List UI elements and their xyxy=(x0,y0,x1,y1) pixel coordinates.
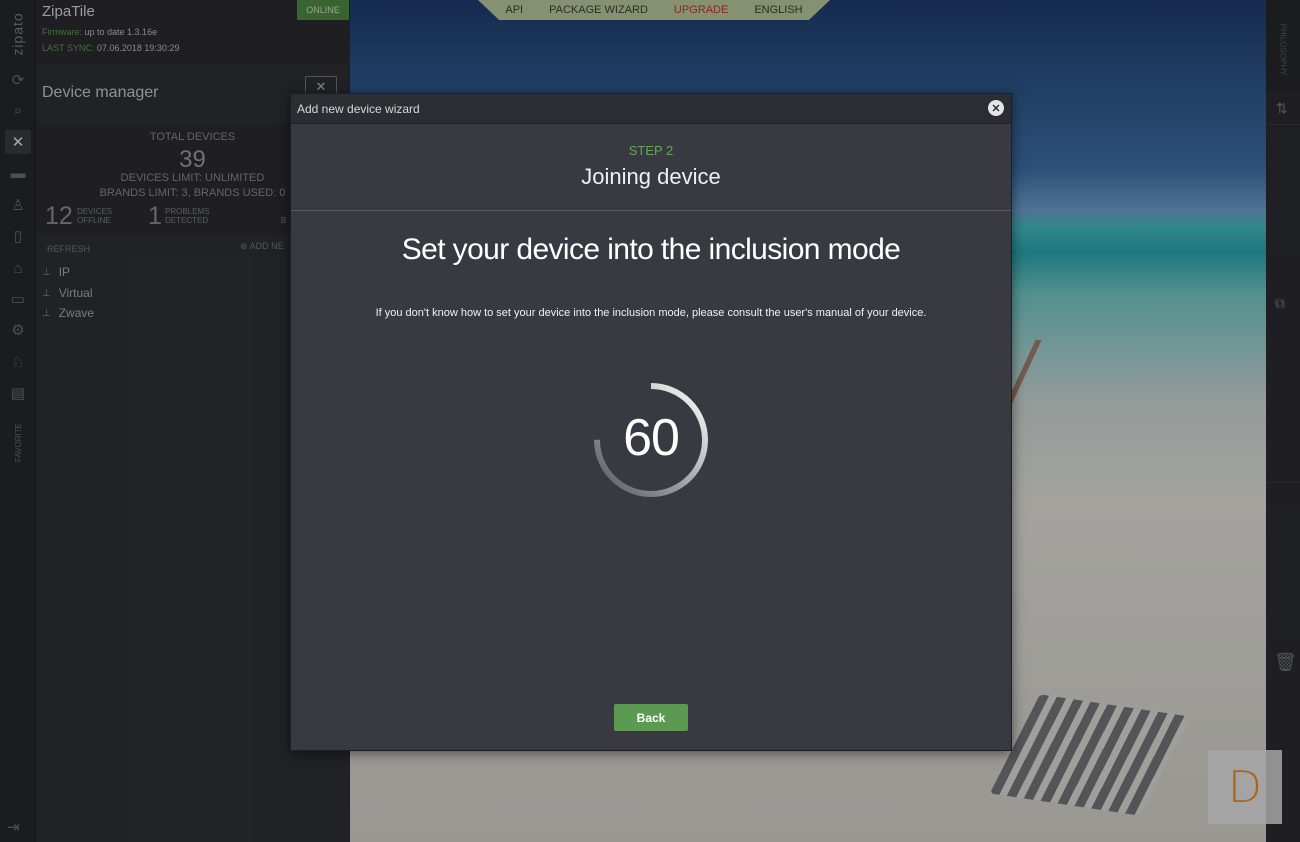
step-title: Joining device xyxy=(581,164,721,189)
countdown-number: 60 xyxy=(623,409,680,467)
close-icon[interactable]: ✕ xyxy=(988,100,1004,116)
divider xyxy=(291,210,1011,211)
add-device-wizard-dialog: Add new device wizard ✕ STEP 2 Joining d… xyxy=(290,93,1012,751)
dialog-title: Add new device wizard xyxy=(297,102,420,116)
countdown-timer: 60 xyxy=(593,382,709,498)
inclusion-headline: Set your device into the inclusion mode xyxy=(401,233,901,266)
inclusion-hint: If you don't know how to set your device… xyxy=(375,307,927,319)
dialog-header: Add new device wizard ✕ xyxy=(291,94,1011,124)
step-label: STEP 2 xyxy=(628,143,674,158)
back-button[interactable]: Back xyxy=(614,704,688,731)
